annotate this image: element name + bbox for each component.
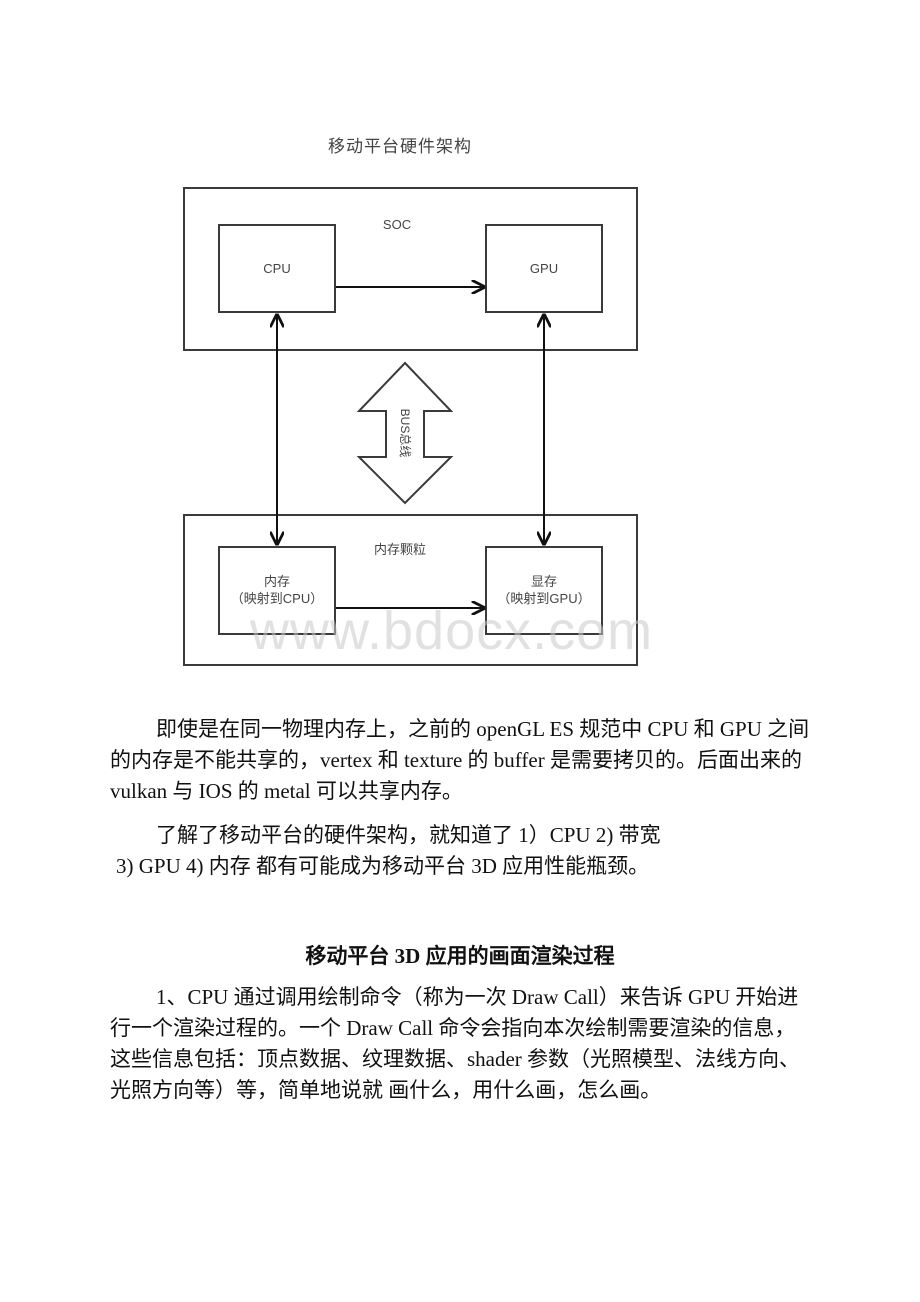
paragraph-memory-sharing: 即使是在同一物理内存上，之前的 openGL ES 规范中 CPU 和 GPU …	[110, 717, 810, 803]
memory-group-box	[183, 514, 638, 666]
document-page: 移动平台硬件架构 SOC CPU GPU 内存颗粒 内存 （映射到CPU） 显存…	[0, 0, 920, 1302]
section-heading: 移动平台 3D 应用的画面渲染过程	[305, 944, 615, 968]
paragraph-bottleneck-line2: 3) GPU 4) 内存 都有可能成为移动平台 3D 应用性能瓶颈。	[116, 854, 650, 878]
paragraph-bottleneck-line1: 了解了移动平台的硬件架构，就知道了 1）CPU 2) 带宽	[156, 823, 661, 847]
paragraph-draw-call: 1、CPU 通过调用绘制命令（称为一次 Draw Call）来告诉 GPU 开始…	[110, 985, 801, 1102]
ram-label-line1: 内存	[264, 574, 290, 589]
vram-label-line1: 显存	[531, 574, 557, 589]
hardware-architecture-diagram: SOC CPU GPU 内存颗粒 内存 （映射到CPU） 显存 （映射到GPU）…	[183, 187, 638, 666]
soc-label: SOC	[383, 217, 411, 232]
bus-label: BUS总线	[398, 409, 412, 458]
soc-box	[183, 187, 638, 351]
ram-label-line2: （映射到CPU）	[231, 591, 323, 606]
memory-group-label: 内存颗粒	[374, 542, 426, 557]
gpu-label: GPU	[530, 261, 558, 276]
vram-label-line2: （映射到GPU）	[497, 591, 590, 606]
cpu-label: CPU	[263, 261, 290, 276]
